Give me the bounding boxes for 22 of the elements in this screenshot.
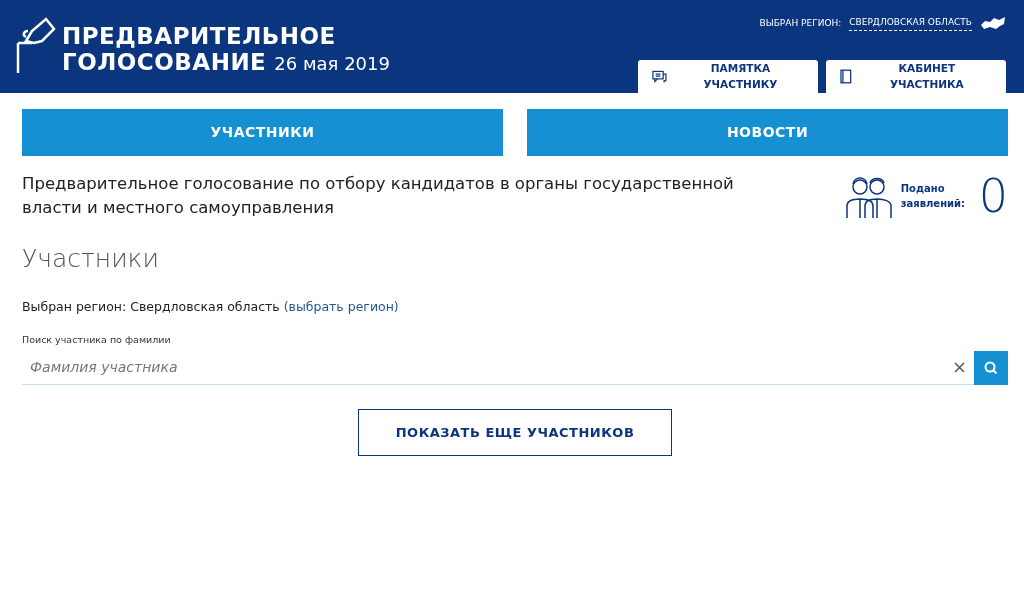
chat-icon [652,69,667,84]
book-icon [840,69,852,84]
region-link[interactable]: СВЕРДЛОВСКАЯ ОБЛАСТЬ [849,16,972,31]
show-more-button[interactable]: ПОКАЗАТЬ ЕЩЕ УЧАСТНИКОВ [358,409,672,456]
intro-text: Предварительное голосование по отбору кандидатов в органы государственной власти и местного самоуправления [22,173,735,219]
site-title: ГОЛОСОВАНИЕ [62,49,267,75]
site-title: ПРЕДВАРИТЕЛЬНОЕ [62,23,337,49]
header-tab[interactable]: КАБИНЕТ УЧАСТНИКА [826,60,1006,93]
applications-count: 0 [978,173,1008,219]
choose-region-link[interactable]: (выбрать регион) [283,299,399,314]
section-heading: Участники [22,244,160,274]
region-text: Выбран регион: Свердловская область [22,299,280,314]
people-icon [844,174,893,218]
clear-icon[interactable] [953,362,965,373]
header-tab[interactable]: ПАМЯТКА УЧАСТНИКУ [638,60,818,93]
search-label: Поиск участника по фамилии [22,332,172,347]
map-icon [980,16,1006,31]
applications-label: Подано заявлений: [900,182,967,211]
search-button[interactable] [974,351,1008,385]
region-label: ВЫБРАН РЕГИОН: [759,16,842,30]
election-date: 26 мая 2019 [274,52,390,76]
search-icon [984,361,998,375]
